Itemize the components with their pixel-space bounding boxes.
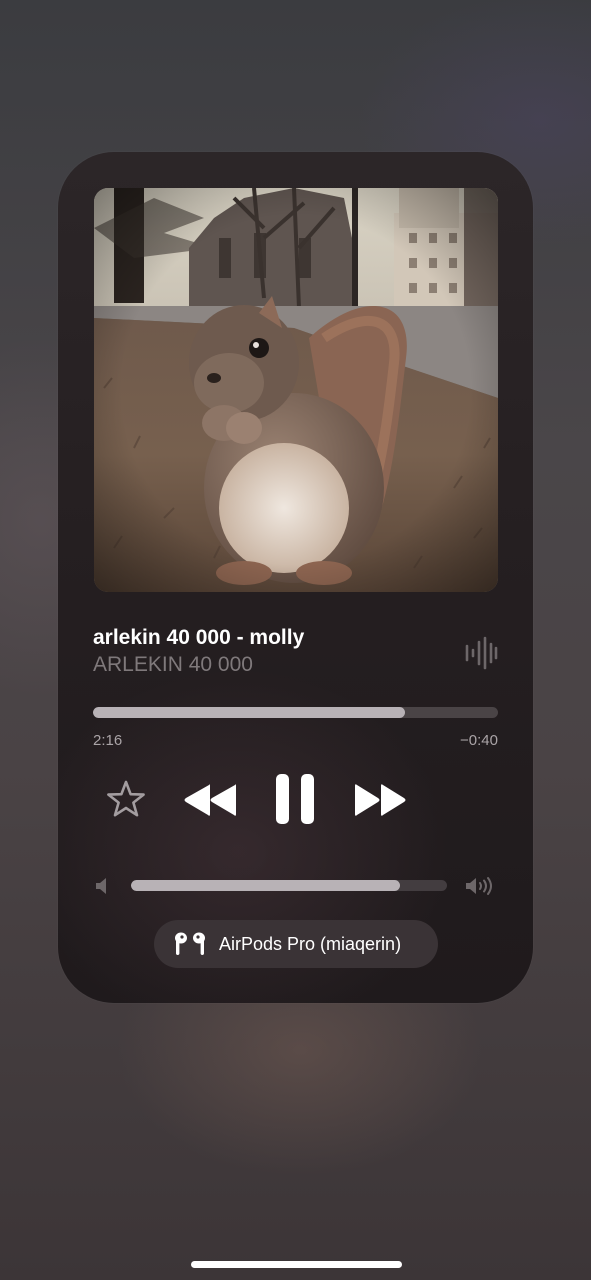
time-remaining: −0:40	[460, 732, 498, 749]
speaker-low-icon	[94, 876, 112, 896]
airpods-icon	[172, 931, 208, 957]
volume-slider[interactable]	[131, 880, 447, 891]
next-track-button[interactable]	[352, 781, 408, 819]
rewind-icon	[184, 784, 236, 816]
volume-level-fill	[131, 880, 400, 891]
pause-icon	[276, 774, 314, 824]
speaker-high-icon	[464, 876, 496, 896]
album-artwork	[94, 188, 498, 592]
audio-waveform-icon[interactable]	[464, 636, 498, 670]
pause-button[interactable]	[272, 771, 318, 827]
track-artist: ARLEKIN 40 000	[93, 653, 253, 676]
now-playing-widget: arlekin 40 000 - molly ARLEKIN 40 000 2:…	[58, 152, 533, 1003]
playback-scrubber[interactable]	[93, 707, 498, 718]
star-icon	[107, 780, 145, 817]
playback-progress-fill	[93, 707, 405, 718]
lock-screen: arlekin 40 000 - molly ARLEKIN 40 000 2:…	[0, 0, 591, 1280]
home-indicator[interactable]	[191, 1261, 402, 1268]
previous-track-button[interactable]	[182, 781, 238, 819]
fast-forward-icon	[355, 784, 406, 816]
favorite-button[interactable]	[104, 778, 148, 822]
time-elapsed: 2:16	[93, 732, 123, 749]
audio-output-label: AirPods Pro (miaqerin)	[219, 933, 402, 954]
audio-output-button[interactable]: AirPods Pro (miaqerin)	[154, 920, 438, 968]
track-title: arlekin 40 000 - molly	[93, 626, 305, 649]
